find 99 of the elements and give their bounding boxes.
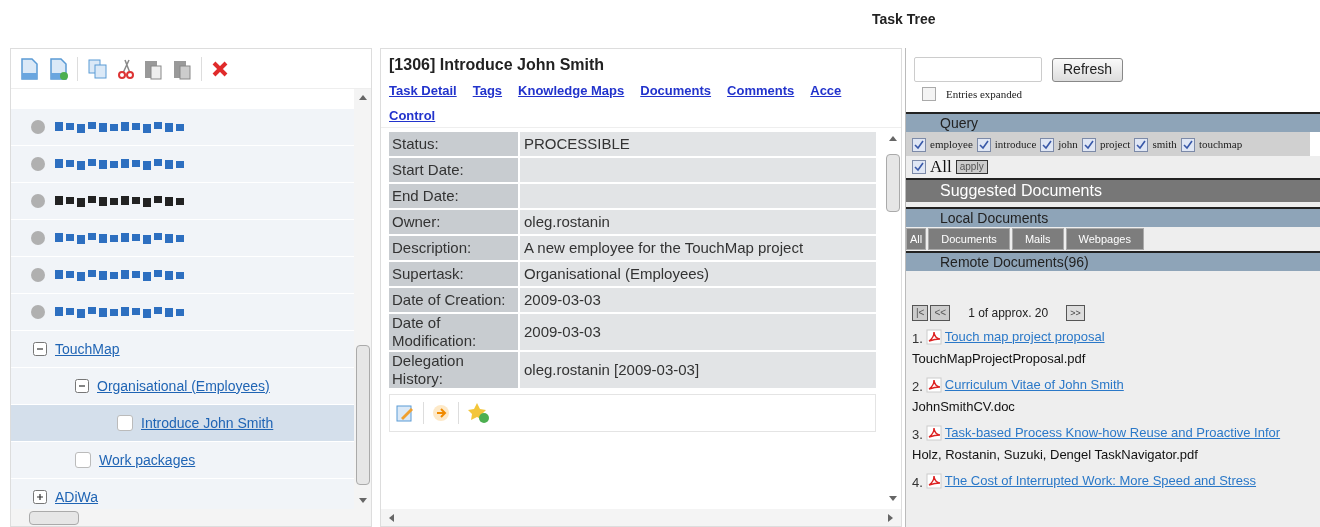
query-term: smith (1152, 136, 1177, 152)
page-title: Task Tree (872, 10, 936, 29)
pdf-icon (925, 472, 942, 489)
star-add-icon[interactable] (467, 402, 491, 424)
scrollbar[interactable] (354, 89, 371, 509)
copy-icon[interactable] (87, 57, 109, 80)
checkbox[interactable] (912, 160, 926, 174)
checkbox-label: All (930, 156, 952, 179)
field-label: Date of Creation: (389, 288, 518, 312)
query-term: introduce (994, 136, 1037, 152)
checkbox[interactable] (117, 415, 133, 431)
tree-item[interactable]: Work packages (99, 449, 196, 471)
scroll-left-icon[interactable] (387, 512, 397, 523)
query-term: touchmap (1198, 136, 1243, 152)
scroll-down-icon[interactable] (357, 495, 368, 505)
scrollbar[interactable] (11, 509, 371, 526)
tab-link[interactable]: Control (389, 105, 436, 123)
section-header: Remote Documents(96) (906, 251, 1320, 271)
field-label: End Date: (389, 184, 518, 208)
result-number: 1. (912, 330, 923, 348)
pdf-icon (925, 424, 942, 441)
scrollbar-thumb[interactable] (29, 510, 79, 525)
file-name: TouchMapProjectProposal.pdf (912, 349, 1087, 368)
filter-tab[interactable]: Mails (1011, 228, 1064, 250)
field-label: Delegation History: (389, 352, 518, 388)
arrow-right-icon[interactable] (432, 404, 450, 422)
add-page-icon[interactable] (48, 57, 68, 80)
field-label: Supertask: (389, 262, 518, 286)
checkbox[interactable] (75, 452, 91, 468)
checkbox[interactable] (1180, 138, 1195, 153)
checkbox[interactable] (1081, 138, 1096, 153)
tab-link[interactable]: Task Detail (389, 81, 457, 101)
checkbox[interactable] (912, 138, 926, 153)
file-name: Holz, Rostanin, Suzuki, Dengel TaskNavigator.pdf (912, 445, 1199, 464)
scroll-up-icon[interactable] (887, 134, 898, 144)
refresh-button[interactable]: Refresh (1052, 57, 1124, 82)
pdf-icon (925, 376, 942, 393)
result-number: 4. (912, 474, 923, 492)
checkbox[interactable] (976, 138, 991, 153)
document-link[interactable]: Task-based Process Know-how Reuse and Proactive Infor (944, 423, 1281, 443)
tab-link[interactable]: Documents (640, 81, 712, 101)
collapse-icon[interactable] (75, 379, 89, 393)
field-value: oleg.rostanin (524, 211, 610, 232)
scrollbar-thumb[interactable] (355, 345, 370, 485)
field-label: Status: (389, 132, 518, 156)
checkbox[interactable] (922, 87, 936, 101)
previous-page-button[interactable]: << (930, 305, 951, 321)
tree-item[interactable]: ADiWa (55, 486, 99, 508)
delete-icon[interactable] (211, 59, 229, 78)
tree-item[interactable]: TouchMap (55, 338, 120, 360)
pdf-icon (925, 328, 942, 345)
field-value: A new employee for the TouchMap project (524, 237, 804, 258)
checkbox[interactable] (1134, 138, 1149, 153)
query-term: employee (930, 136, 973, 152)
cut-icon[interactable] (118, 57, 134, 80)
section-header: Suggested Documents (906, 178, 1320, 202)
page-icon[interactable] (19, 57, 39, 80)
filter-tab[interactable]: Webpages (1065, 228, 1144, 250)
field-label: Description: (389, 236, 518, 260)
scroll-down-icon[interactable] (887, 493, 898, 503)
section-header: Local Documents (906, 207, 1320, 227)
field-value: Organisational (Employees) (524, 263, 710, 284)
filter-tab[interactable]: Documents (928, 228, 1010, 250)
field-value: 2009-03-03 (524, 289, 601, 310)
tab-link[interactable]: Acce (810, 81, 842, 101)
filter-tab[interactable]: All (906, 228, 927, 250)
field-label: Owner: (389, 210, 518, 234)
search-field[interactable] (914, 57, 1042, 82)
task-heading: [1306] Introduce John Smith (389, 55, 606, 75)
checkbox-label: Entries expanded (946, 86, 1023, 102)
checkbox[interactable] (1040, 138, 1055, 153)
scroll-right-icon[interactable] (885, 512, 895, 523)
field-label: Start Date: (389, 158, 518, 182)
first-page-button[interactable]: |< (912, 305, 929, 321)
tab-link[interactable]: Tags (472, 81, 503, 101)
next-page-button[interactable]: >> (1066, 305, 1085, 321)
tab-link[interactable]: Knowledge Maps (518, 81, 625, 101)
document-link[interactable]: Touch map project proposal (944, 327, 1105, 347)
page-status: 1 of approx. 20 (968, 305, 1049, 322)
apply-button[interactable]: apply (955, 160, 988, 174)
scrollbar-thumb[interactable] (885, 154, 900, 212)
field-value: oleg.rostanin [2009-03-03] (524, 359, 700, 380)
query-term: project (1099, 136, 1131, 152)
document-link[interactable]: Curriculum Vitae of John Smith (944, 375, 1124, 395)
scroll-up-icon[interactable] (357, 93, 368, 103)
result-number: 3. (912, 426, 923, 444)
query-term: john (1058, 136, 1078, 152)
edit-icon[interactable] (395, 403, 415, 423)
expand-icon[interactable] (33, 490, 47, 504)
field-value: PROCESSIBLE (524, 133, 630, 154)
file-name: JohnSmithCV.doc (912, 397, 1016, 416)
field-value: 2009-03-03 (524, 321, 601, 342)
collapse-icon[interactable] (33, 342, 47, 356)
field-label: Date of Modification: (389, 314, 518, 350)
result-number: 2. (912, 378, 923, 396)
section-header: Query (906, 112, 1320, 132)
document-link[interactable]: The Cost of Interrupted Work: More Speed and Stress (944, 471, 1257, 491)
scrollbar[interactable] (381, 509, 901, 526)
tab-link[interactable]: Comments (727, 81, 795, 101)
